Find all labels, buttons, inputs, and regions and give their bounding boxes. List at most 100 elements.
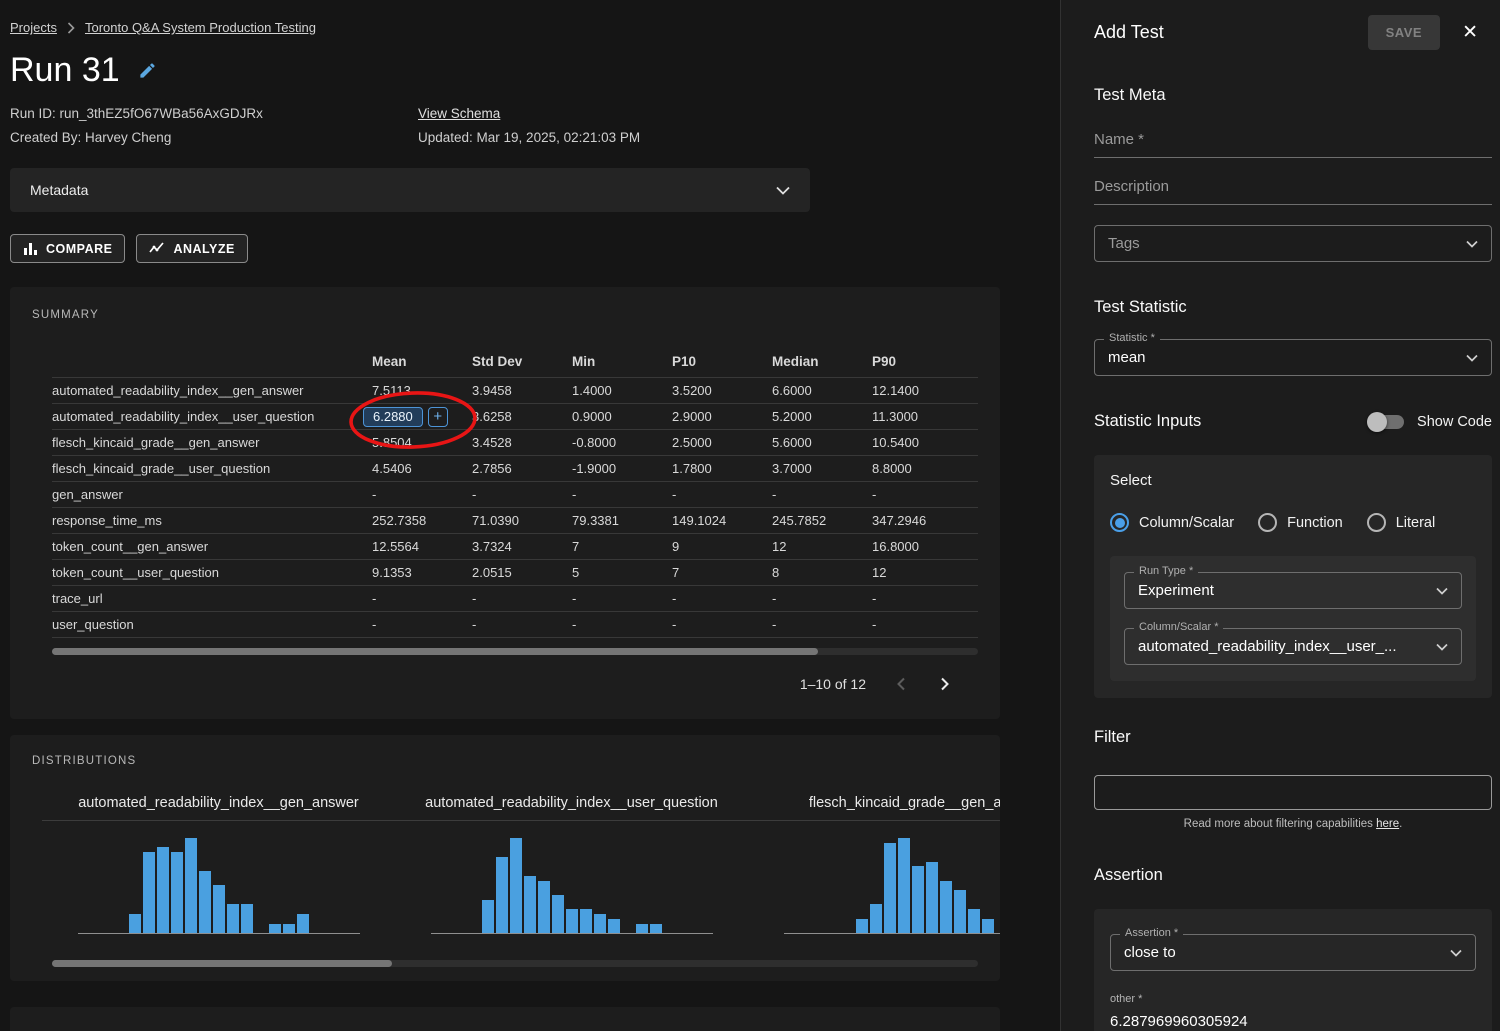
summary-row: automated_readability_index__user_questi… [52,404,978,430]
selected-cell-value[interactable]: 6.2880 [363,407,423,427]
show-code-label: Show Code [1417,414,1492,430]
chart-plot-area [42,821,395,933]
summary-cell: 5.6000 [772,435,872,450]
histogram-bar [940,881,952,933]
histogram-bar [884,843,896,933]
summary-cell: 3.9458 [472,383,572,398]
name-input[interactable] [1094,125,1492,158]
summary-scrollbar[interactable] [52,648,978,655]
summary-cell: 2.9000 [672,409,772,424]
line-chart-icon [149,242,165,255]
summary-row: response_time_ms252.735871.039079.338114… [52,508,978,534]
histogram-bar [510,838,522,933]
summary-cell: 11.3000 [872,409,972,424]
filter-docs-link[interactable]: here [1376,818,1399,830]
summary-cell: 3.4528 [472,435,572,450]
edit-pencil-icon[interactable] [138,61,157,80]
radio-option-column-scalar[interactable]: Column/Scalar [1110,513,1234,532]
bar-chart-icon [23,242,38,256]
description-input[interactable] [1094,172,1492,205]
column-scalar-select[interactable]: Column/Scalar * automated_readability_in… [1124,628,1462,665]
summary-cell: - [772,591,872,606]
page-title: Run 31 [10,51,120,90]
histogram-bar [912,866,924,933]
histogram-bar [552,895,564,933]
statistic-select[interactable]: Statistic * mean [1094,339,1492,376]
summary-cell: 71.0390 [472,513,572,528]
summary-cell: - [372,617,472,632]
chart-title: automated_readability_index__user_questi… [395,795,748,821]
chart-bars [129,838,309,933]
previous-page-button[interactable] [892,673,910,695]
histogram-bar [650,924,662,933]
chevron-down-icon [1450,949,1462,957]
summary-title: SUMMARY [32,309,1000,321]
summary-cell: 347.2946 [872,513,972,528]
distribution-chart: automated_readability_index__gen_answer [42,795,395,934]
selected-cell: 6.2880+ [363,407,448,427]
summary-row: gen_answer------ [52,482,978,508]
tags-select[interactable]: Tags [1094,225,1492,262]
select-type-radio-group: Column/Scalar Function Literal [1110,513,1476,532]
next-page-button[interactable] [936,673,954,695]
add-cell-to-test-button[interactable]: + [428,407,448,427]
summary-cell: - [672,591,772,606]
histogram-bar [968,909,980,933]
summary-cell: 1.7800 [672,461,772,476]
created-by-text: Created By: Harvey Cheng [10,126,418,150]
histogram-bar [157,847,169,933]
scrollbar-thumb[interactable] [52,648,818,655]
summary-cell: 6.6000 [772,383,872,398]
summary-column-header: Min [572,354,672,369]
histogram-bar [538,881,550,933]
tags-select-value: Tags [1108,235,1140,252]
histogram-bar [856,919,868,933]
histogram-bar [143,852,155,933]
histogram-bar [524,876,536,933]
histogram-bar [171,852,183,933]
breadcrumb-link-run[interactable]: Toronto Q&A System Production Testing [85,20,316,35]
summary-cell: 6.2880+ [372,407,472,427]
radio-label: Literal [1396,515,1436,531]
summary-cell: 2.7856 [472,461,572,476]
summary-header-row: MeanStd DevMinP10MedianP90 [52,345,978,378]
show-code-toggle[interactable] [1370,415,1404,429]
chart-x-axis [431,933,713,934]
breadcrumb-link-projects[interactable]: Projects [10,20,57,35]
other-input[interactable] [1110,1007,1476,1031]
summary-cell: 10.5400 [872,435,972,450]
summary-cell: 12 [872,565,972,580]
analyze-button[interactable]: ANALYZE [136,234,247,263]
summary-cell: 3.5200 [672,383,772,398]
view-schema-link[interactable]: View Schema [418,106,500,121]
radio-label: Function [1287,515,1343,531]
compare-button[interactable]: COMPARE [10,234,125,263]
caption-text: Read more about filtering capabilities [1184,818,1376,830]
caption-period: . [1399,818,1402,830]
save-button[interactable]: SAVE [1368,15,1440,50]
scrollbar-thumb[interactable] [52,960,392,967]
histogram-bar [185,838,197,933]
metadata-accordion[interactable]: Metadata [10,168,810,212]
histogram-bar [898,838,910,933]
run-id-text: Run ID: run_3thEZ5fO67WBa56AxGDJRx [10,102,418,126]
chevron-right-icon [67,22,75,34]
summary-cell: 16.8000 [872,539,972,554]
distributions-scrollbar[interactable] [52,960,978,967]
breadcrumb: Projects Toronto Q&A System Production T… [10,20,1060,35]
histogram-bar [594,914,606,933]
chart-title: flesch_kincaid_grade__gen_answer [748,795,1000,821]
radio-option-function[interactable]: Function [1258,513,1343,532]
histogram-bar [482,900,494,933]
assertion-select[interactable]: Assertion * close to [1110,934,1476,971]
select-panel: Select Column/ScalarFunctionLiteral Run … [1094,455,1492,698]
radio-option-literal[interactable]: Literal [1367,513,1436,532]
summary-cell: 245.7852 [772,513,872,528]
summary-row-label: automated_readability_index__gen_answer [52,383,372,398]
run-type-select[interactable]: Run Type * Experiment [1124,572,1462,609]
summary-cell: 2.0515 [472,565,572,580]
filter-input[interactable] [1094,775,1492,810]
summary-cell: 7.5113 [372,383,472,398]
summary-cell: 3.6258 [472,409,572,424]
close-icon[interactable]: ✕ [1462,21,1478,44]
